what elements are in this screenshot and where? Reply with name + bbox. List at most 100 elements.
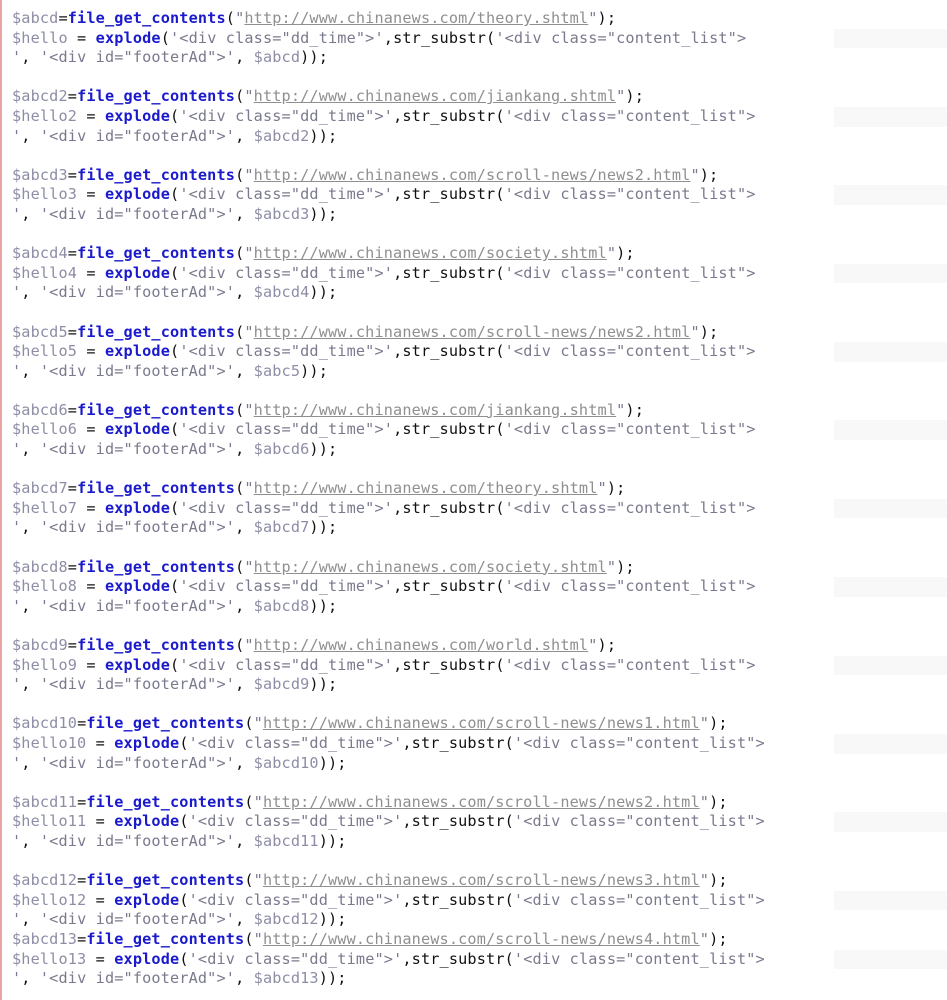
assign-operator: = bbox=[67, 244, 78, 263]
string-literal: ' bbox=[12, 831, 22, 850]
code-line-fetch: $abcd=file_get_contents("http://www.chin… bbox=[2, 9, 947, 29]
url-link[interactable]: http://www.chinanews.com/scroll-news/new… bbox=[263, 930, 700, 948]
close-statement: )); bbox=[309, 518, 338, 537]
string-literal: '<div class="dd_time">' bbox=[179, 106, 394, 125]
code-line-fetch: $abcd7=file_get_contents("http://www.chi… bbox=[2, 479, 947, 499]
function-name: file_get_contents bbox=[86, 714, 245, 733]
quote-mark: " bbox=[253, 792, 263, 811]
close-statement: )); bbox=[309, 126, 338, 145]
code-line-explode: $hello4 = explode('<div class="dd_time">… bbox=[2, 263, 947, 284]
open-paren: ( bbox=[244, 871, 254, 890]
close-statement: )); bbox=[309, 675, 338, 694]
quote-mark: " bbox=[606, 557, 617, 576]
variable-name: $hello12 bbox=[12, 890, 87, 909]
close-statement: )); bbox=[309, 204, 338, 223]
url-link[interactable]: http://www.chinanews.com/scroll-news/new… bbox=[254, 323, 691, 341]
variable-name: $abcd13 bbox=[12, 929, 78, 948]
code-line-fetch: $abcd9=file_get_contents("http://www.chi… bbox=[2, 636, 947, 656]
url-link[interactable]: http://www.chinanews.com/scroll-news/new… bbox=[263, 871, 700, 889]
url-link[interactable]: http://www.chinanews.com/scroll-news/new… bbox=[263, 714, 700, 732]
function-name: str_substr bbox=[402, 498, 496, 517]
open-paren: ( bbox=[235, 244, 245, 263]
open-paren: ( bbox=[160, 28, 171, 47]
open-paren: ( bbox=[179, 812, 189, 831]
variable-name: $abc5 bbox=[253, 361, 301, 380]
string-literal: ' bbox=[12, 48, 22, 67]
variable-name: $hello13 bbox=[12, 949, 87, 968]
variable-name: $abcd5 bbox=[12, 322, 68, 341]
string-literal: ' bbox=[12, 361, 22, 380]
variable-name: $abcd13 bbox=[253, 969, 319, 988]
open-paren: ( bbox=[179, 949, 189, 968]
code-line-fetch: $abcd8=file_get_contents("http://www.chi… bbox=[2, 558, 947, 578]
function-name: explode bbox=[104, 498, 171, 517]
separator: , bbox=[235, 48, 254, 67]
code-line-explode: $hello8 = explode('<div class="dd_time">… bbox=[2, 577, 947, 597]
string-literal: '<div id="footerAd">' bbox=[39, 361, 236, 380]
separator: , bbox=[21, 283, 40, 302]
url-link[interactable]: http://www.chinanews.com/society.shtml bbox=[254, 558, 607, 576]
code-line-fetch: $abcd5=file_get_contents("http://www.chi… bbox=[2, 323, 947, 343]
function-name: explode bbox=[114, 890, 180, 909]
quote-mark: " bbox=[699, 714, 710, 733]
separator: , bbox=[235, 831, 254, 850]
code-line-explode: $hello = explode('<div class="dd_time">'… bbox=[2, 28, 947, 49]
open-paren: ( bbox=[504, 890, 514, 909]
quote-mark: " bbox=[244, 165, 254, 184]
quote-mark: " bbox=[699, 929, 710, 948]
string-literal: '<div class="content_list"> bbox=[504, 342, 756, 361]
string-literal: ' bbox=[12, 910, 22, 929]
code-editor[interactable]: $abcd=file_get_contents("http://www.chin… bbox=[0, 0, 947, 1000]
comma: , bbox=[402, 733, 412, 752]
string-literal: '<div class="content_list"> bbox=[504, 185, 756, 204]
url-link[interactable]: http://www.chinanews.com/world.shtml bbox=[254, 636, 589, 654]
open-paren: ( bbox=[235, 165, 245, 184]
variable-name: $abcd12 bbox=[253, 910, 319, 929]
string-literal: '<div class="dd_time">' bbox=[188, 890, 403, 909]
close-statement: ); bbox=[709, 714, 728, 733]
url-link[interactable]: http://www.chinanews.com/jiankang.shtml bbox=[254, 401, 616, 419]
variable-name: $hello3 bbox=[12, 185, 78, 204]
url-link[interactable]: http://www.chinanews.com/scroll-news/new… bbox=[263, 793, 700, 811]
url-link[interactable]: http://www.chinanews.com/scroll-news/new… bbox=[254, 166, 691, 184]
quote-mark: " bbox=[588, 9, 598, 27]
code-line-args: ', '<div id="footerAd">', $abcd4)); bbox=[2, 283, 947, 303]
function-name: str_substr bbox=[402, 577, 496, 596]
assign-operator: = bbox=[77, 929, 87, 948]
code-line-explode: $hello10 = explode('<div class="dd_time"… bbox=[2, 733, 947, 754]
url-link[interactable]: http://www.chinanews.com/society.shtml bbox=[254, 244, 607, 262]
comma: , bbox=[402, 949, 412, 968]
close-statement: )); bbox=[309, 283, 338, 302]
variable-name: $abcd4 bbox=[12, 244, 68, 263]
separator: , bbox=[21, 831, 40, 850]
string-literal: ' bbox=[12, 969, 22, 988]
function-name: str_substr bbox=[411, 812, 505, 831]
url-link[interactable]: http://www.chinanews.com/theory.shtml bbox=[254, 479, 598, 497]
function-name: file_get_contents bbox=[86, 792, 245, 811]
quote-mark: " bbox=[616, 400, 626, 419]
close-statement: ); bbox=[699, 165, 719, 184]
function-name: file_get_contents bbox=[86, 929, 245, 948]
function-name: explode bbox=[104, 342, 171, 361]
assign-operator: = bbox=[77, 106, 105, 125]
function-name: file_get_contents bbox=[77, 400, 236, 419]
close-statement: ); bbox=[616, 244, 635, 263]
url-link[interactable]: http://www.chinanews.com/theory.shtml bbox=[244, 9, 588, 27]
open-paren: ( bbox=[235, 479, 245, 498]
close-statement: ); bbox=[625, 400, 644, 419]
function-name: file_get_contents bbox=[67, 9, 226, 27]
code-line-fetch: $abcd2=file_get_contents("http://www.chi… bbox=[2, 87, 947, 107]
assign-operator: = bbox=[77, 714, 87, 733]
open-paren: ( bbox=[235, 636, 245, 654]
comma: , bbox=[393, 106, 403, 125]
url-link[interactable]: http://www.chinanews.com/jiankang.shtml bbox=[254, 87, 616, 105]
quote-mark: " bbox=[244, 244, 254, 263]
assign-operator: = bbox=[77, 871, 87, 890]
string-literal: ' bbox=[12, 675, 22, 694]
open-paren: ( bbox=[225, 9, 236, 27]
comma: , bbox=[383, 28, 394, 47]
quote-mark: " bbox=[699, 792, 710, 811]
